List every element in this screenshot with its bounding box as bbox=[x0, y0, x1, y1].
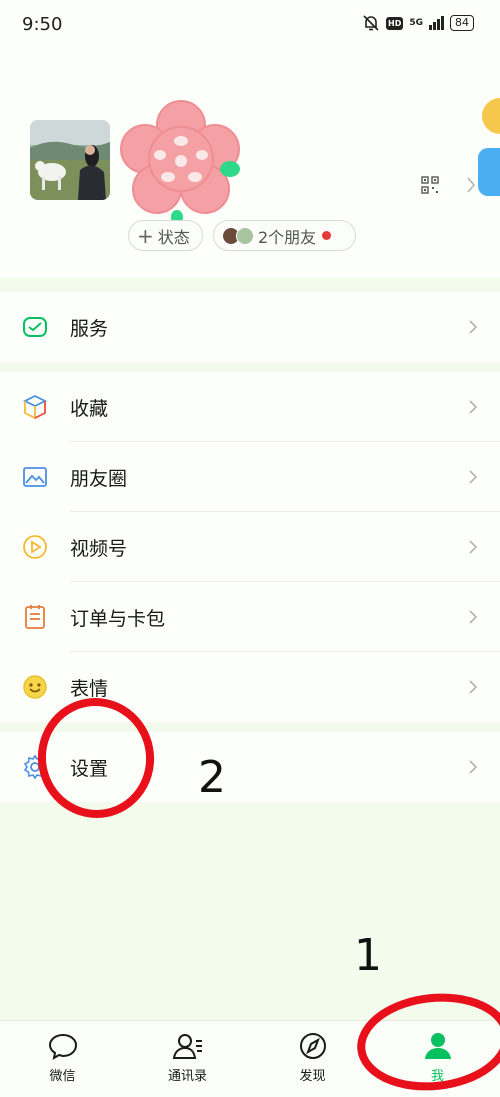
favorites-label: 收藏 bbox=[70, 397, 109, 420]
services-icon bbox=[23, 317, 47, 337]
tab-discover[interactable]: 发现 bbox=[250, 1021, 375, 1097]
moments-label: 朋友圈 bbox=[70, 467, 128, 490]
status-bar: 9:50 HD 5G 84 bbox=[0, 0, 500, 50]
mute-bell-icon bbox=[363, 15, 379, 31]
status-icons: HD 5G 84 bbox=[362, 14, 474, 32]
tab-chats[interactable]: 微信 bbox=[0, 1021, 125, 1097]
chevron-right-icon bbox=[469, 470, 478, 484]
chevron-right-icon bbox=[469, 320, 478, 334]
floating-app-icon[interactable] bbox=[478, 148, 500, 196]
contacts-icon bbox=[172, 1034, 202, 1059]
chevron-right-icon bbox=[469, 400, 478, 414]
tab-me[interactable]: 我 bbox=[375, 1021, 500, 1097]
menu-item-orders[interactable]: 订单与卡包 bbox=[0, 582, 500, 652]
tab-label: 发现 bbox=[299, 1069, 326, 1084]
chevron-right-icon bbox=[469, 760, 478, 774]
chat-bubble-icon bbox=[48, 1033, 78, 1061]
orders-label: 订单与卡包 bbox=[70, 607, 166, 630]
tab-label: 我 bbox=[430, 1069, 444, 1084]
orders-clipboard-icon bbox=[25, 605, 45, 629]
stickers-label: 表情 bbox=[70, 677, 109, 700]
friends-label: 2个朋友 bbox=[258, 227, 317, 247]
menu-item-services[interactable]: 服务 bbox=[0, 292, 500, 362]
plus-icon: + bbox=[137, 223, 154, 248]
add-status-button[interactable]: + 状态 bbox=[128, 220, 203, 251]
services-label: 服务 bbox=[70, 317, 109, 340]
friend-avatar bbox=[236, 226, 254, 245]
chevron-right-icon bbox=[467, 177, 476, 193]
settings-label: 设置 bbox=[70, 757, 109, 780]
avatar[interactable] bbox=[30, 120, 110, 200]
notification-dot bbox=[322, 231, 332, 240]
channels-play-icon bbox=[23, 535, 47, 559]
floating-badge-icon[interactable] bbox=[482, 98, 500, 134]
qr-code-icon[interactable] bbox=[421, 176, 439, 194]
chevron-right-icon bbox=[469, 610, 478, 624]
menu-item-moments[interactable]: 朋友圈 bbox=[0, 442, 500, 512]
hd-badge: HD bbox=[386, 16, 404, 30]
menu-item-favorites[interactable]: 收藏 bbox=[0, 372, 500, 442]
channels-label: 视频号 bbox=[70, 537, 128, 560]
menu-item-channels[interactable]: 视频号 bbox=[0, 512, 500, 582]
status-label: 状态 bbox=[157, 227, 190, 247]
person-icon bbox=[425, 1033, 451, 1059]
nickname-image bbox=[120, 100, 240, 224]
moments-image-icon bbox=[23, 467, 47, 487]
clock: 9:50 bbox=[22, 14, 63, 35]
chevron-right-icon bbox=[469, 680, 478, 694]
compass-icon bbox=[300, 1033, 326, 1059]
signal-bars-icon bbox=[429, 16, 444, 30]
tab-label: 通讯录 bbox=[167, 1069, 207, 1084]
bottom-tab-bar: 微信 通讯录 发现 我 bbox=[0, 1020, 500, 1097]
favorites-cube-icon bbox=[22, 394, 48, 420]
chevron-right-icon bbox=[469, 540, 478, 554]
network-type: 5G bbox=[409, 18, 423, 28]
profile-header[interactable]: + 状态 2个朋友 bbox=[0, 50, 500, 278]
tab-contacts[interactable]: 通讯录 bbox=[125, 1021, 250, 1097]
stickers-smiley-icon bbox=[23, 675, 47, 699]
settings-gear-icon bbox=[23, 754, 47, 780]
battery-indicator: 84 bbox=[450, 15, 474, 31]
tab-label: 微信 bbox=[49, 1069, 76, 1084]
annotation-step-1: 1 bbox=[354, 930, 382, 981]
menu-item-stickers[interactable]: 表情 bbox=[0, 652, 500, 722]
friends-status-button[interactable]: 2个朋友 bbox=[213, 220, 356, 251]
menu-item-settings[interactable]: 设置 bbox=[0, 732, 500, 802]
